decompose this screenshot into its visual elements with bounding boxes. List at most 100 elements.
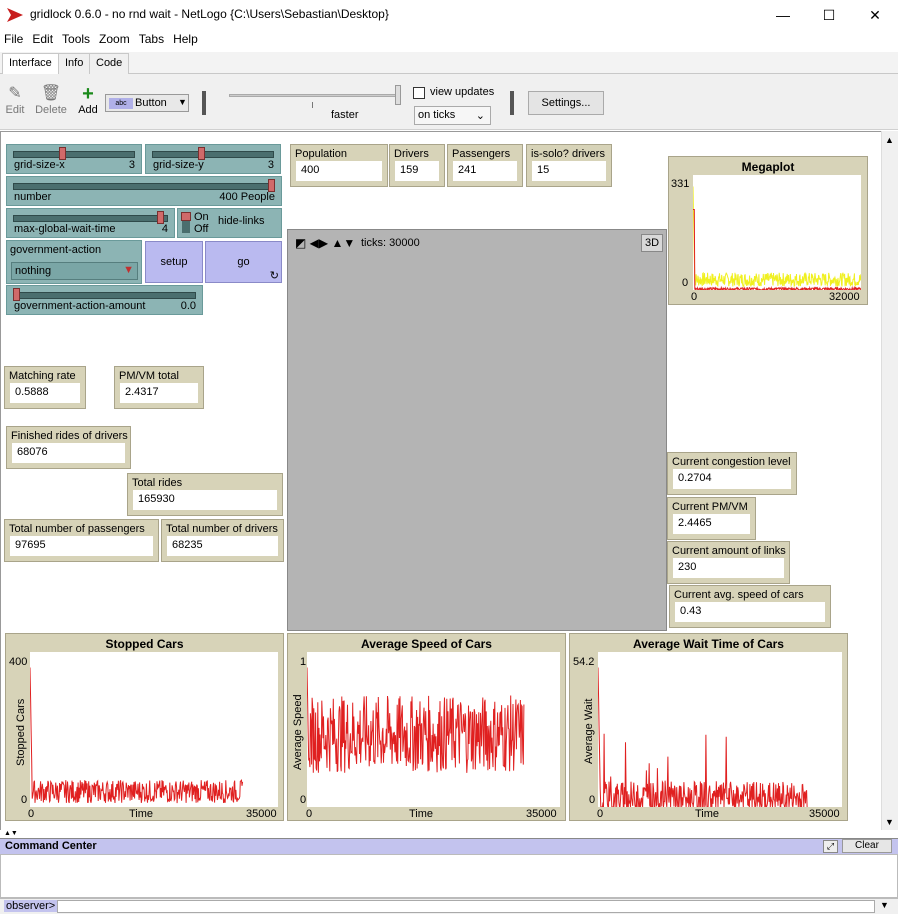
edit-tool[interactable]: ✎ Edit xyxy=(0,84,30,116)
world-view[interactable]: ◩ ◀▶ ▲▼ ticks: 30000 3D xyxy=(287,229,667,631)
menu-bar: File Edit Tools Zoom Tabs Help xyxy=(0,31,898,51)
plot-area xyxy=(29,652,278,807)
plus-icon: + xyxy=(82,83,94,105)
plot-average-speed: Average Speed of Cars 1 0 0 Time 35000 A… xyxy=(287,633,566,821)
menu-tools[interactable]: Tools xyxy=(58,31,95,46)
setup-button[interactable]: setup xyxy=(145,241,203,283)
slider-number[interactable]: number 400 People xyxy=(6,176,282,206)
y-max-tick: 1 xyxy=(300,656,307,668)
switch-knob[interactable] xyxy=(181,212,191,221)
scroll-down-icon[interactable]: ▼ xyxy=(885,817,894,827)
command-input[interactable] xyxy=(57,900,875,913)
slider-government-action-amount[interactable]: government-action-amount 0.0 xyxy=(6,285,203,315)
chooser-value[interactable]: nothing ▼ xyxy=(11,262,138,280)
menu-edit[interactable]: Edit xyxy=(28,31,58,46)
speed-slider-knob[interactable] xyxy=(395,85,401,105)
tab-interface[interactable]: Interface xyxy=(2,53,59,75)
menu-file[interactable]: File xyxy=(0,31,28,46)
update-mode-select[interactable]: on ticks ⌄ xyxy=(414,106,491,125)
y-axis-label: Average Speed xyxy=(292,694,304,770)
chevron-down-icon[interactable]: ▼ xyxy=(880,900,889,910)
command-center-header: Command Center ⤢ Clear xyxy=(0,838,898,854)
monitor-matching-rate: Matching rate 0.5888 xyxy=(4,366,86,409)
y-axis-label: Stopped Cars xyxy=(15,698,27,766)
vertical-scrollbar[interactable]: ▲ ▼ xyxy=(881,131,898,830)
toolbar: ✎ Edit 🗑 Delete + Add abc Button ▼ faster v… xyxy=(0,74,898,130)
scroll-up-icon[interactable]: ▲ xyxy=(885,135,894,145)
maximize-button[interactable]: ☐ xyxy=(806,0,852,30)
tab-code[interactable]: Code xyxy=(89,53,130,74)
observer-selector[interactable]: observer> xyxy=(4,900,58,912)
x-max-tick: 35000 xyxy=(809,808,840,820)
slider-max-global-wait-time[interactable]: max-global-wait-time 4 xyxy=(6,208,175,238)
plot-area xyxy=(597,652,842,809)
add-tool[interactable]: + Add xyxy=(73,84,103,116)
widget-type-dropdown[interactable]: abc Button ▼ xyxy=(105,94,189,112)
slider-grid-size-x[interactable]: grid-size-x 3 xyxy=(6,144,142,174)
monitor-finished-rides: Finished rides of drivers 68076 xyxy=(6,426,131,469)
settings-button[interactable]: Settings... xyxy=(528,91,604,115)
x-min-tick: 0 xyxy=(306,808,313,820)
slider-grid-size-y[interactable]: grid-size-y 3 xyxy=(145,144,281,174)
plot-svg xyxy=(692,186,862,292)
menu-zoom[interactable]: Zoom xyxy=(95,31,135,46)
plot-title: Average Wait Time of Cars xyxy=(633,637,784,651)
chevron-down-icon: ⌄ xyxy=(475,110,485,122)
tab-bar: Interface Info Code xyxy=(0,52,898,75)
command-center-title: Command Center xyxy=(5,840,97,852)
plot-svg xyxy=(306,667,525,773)
monitor-current-pmvm: Current PM/VM 2.4465 xyxy=(667,497,756,540)
separator xyxy=(510,91,514,115)
plot-megaplot: Megaplot 331 0 0 32000 xyxy=(668,156,868,305)
switch-hide-links[interactable]: On Off hide-links xyxy=(177,208,282,238)
monitor-drivers: Drivers 159 xyxy=(389,144,445,187)
speed-label: faster xyxy=(331,109,359,121)
minimize-button[interactable]: — xyxy=(760,0,806,30)
x-axis-label: Time xyxy=(129,808,154,820)
command-output xyxy=(0,854,898,898)
3d-view-button[interactable]: 3D xyxy=(641,234,663,252)
delete-tool[interactable]: 🗑 Delete xyxy=(35,84,67,116)
command-input-bar: observer> ▼ xyxy=(0,898,898,914)
expand-icon[interactable]: ⤢ xyxy=(823,840,838,853)
menu-help[interactable]: Help xyxy=(169,31,203,46)
splitter-arrows-icon[interactable]: ▲▼ xyxy=(4,830,18,837)
close-button[interactable]: ✕ xyxy=(852,0,898,30)
plot-series-line xyxy=(692,186,862,289)
chevron-down-icon: ▼ xyxy=(123,264,134,276)
plot-series-line xyxy=(29,667,244,804)
plot-title: Megaplot xyxy=(741,160,795,174)
monitor-passengers: Passengers 241 xyxy=(447,144,523,187)
plot-svg xyxy=(597,667,808,809)
monitor-current-speed: Current avg. speed of cars 0.43 xyxy=(669,585,831,628)
menu-tabs[interactable]: Tabs xyxy=(135,31,169,46)
go-button[interactable]: go ↻ xyxy=(205,241,282,283)
pencil-icon: ✎ xyxy=(8,85,22,102)
monitor-current-links: Current amount of links 230 xyxy=(667,541,790,584)
y-min-tick: 0 xyxy=(21,794,28,806)
clear-button[interactable]: Clear xyxy=(842,839,892,853)
tab-info[interactable]: Info xyxy=(58,53,91,74)
x-min-tick: 0 xyxy=(691,291,698,303)
speed-slider-track[interactable] xyxy=(229,94,397,97)
view-updates-checkbox[interactable] xyxy=(413,87,425,99)
view-updates-label: view updates xyxy=(430,86,495,98)
tick-counter: ticks: 30000 xyxy=(361,237,420,249)
chooser-government-action[interactable]: government-action nothing ▼ xyxy=(6,240,142,284)
y-max-tick: 331 xyxy=(671,178,690,190)
x-max-tick: 35000 xyxy=(246,808,277,820)
y-min-tick: 0 xyxy=(682,277,689,289)
title-bar: gridlock 0.6.0 - no rnd wait - NetLogo {… xyxy=(0,0,898,30)
view-control-icons[interactable]: ◩ ◀▶ ▲▼ xyxy=(295,236,355,250)
netlogo-logo-icon xyxy=(7,8,23,22)
plot-title: Average Speed of Cars xyxy=(361,637,492,651)
x-min-tick: 0 xyxy=(28,808,35,820)
plot-series-line xyxy=(597,667,808,809)
chevron-down-icon: ▼ xyxy=(178,97,187,107)
x-min-tick: 0 xyxy=(597,808,604,820)
monitor-pmvm-total: PM/VM total 2.4317 xyxy=(114,366,204,409)
y-min-tick: 0 xyxy=(300,794,307,806)
plot-area xyxy=(692,175,862,292)
plot-stopped-cars: Stopped Cars 400 0 0 Time 35000 Stopped … xyxy=(5,633,284,821)
x-max-tick: 35000 xyxy=(526,808,557,820)
